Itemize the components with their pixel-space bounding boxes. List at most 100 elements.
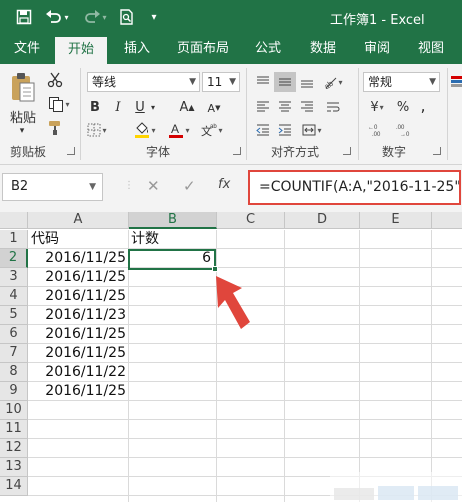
chevron-down-icon: ▼ [189,77,196,87]
row-header-7[interactable]: 7 [0,344,28,363]
orientation-icon[interactable]: ab ▾ [320,72,346,92]
decrease-decimal-icon[interactable]: .00 →0 [394,121,418,139]
percent-button[interactable]: % [394,97,412,117]
more-handle-icon[interactable]: ⋮ [124,180,134,191]
column-header-f[interactable] [432,212,462,229]
tab-review[interactable]: 审阅 [355,34,399,64]
cell-a2[interactable]: 2016/11/25 [29,249,128,268]
increase-indent-icon[interactable] [274,121,296,139]
row-header-5[interactable]: 5 [0,306,28,325]
font-launcher-icon[interactable] [233,147,241,155]
tab-file[interactable]: 文件 [6,34,48,64]
cell-a3[interactable]: 2016/11/25 [29,268,128,287]
row-header-12[interactable]: 12 [0,439,28,458]
increase-decimal-icon[interactable]: ←0.00 [366,121,390,139]
tab-view[interactable]: 视图 [409,34,453,64]
row-header-9[interactable]: 9 [0,382,28,401]
cell-a1[interactable]: 代码 [31,230,127,249]
merge-center-icon[interactable]: ▾ [298,121,326,139]
bold-button[interactable]: B [86,97,104,117]
row-header-3[interactable]: 3 [0,268,28,287]
currency-button[interactable]: ¥ ▾ [364,97,390,117]
formula-bar: B2 ▼ ⋮ ✕ ✓ fx =COUNTIF(A:A,"2016-11-25") [0,165,462,212]
align-center-icon[interactable] [274,97,296,117]
cell-a4[interactable]: 2016/11/25 [29,287,128,306]
underline-button[interactable]: U [132,97,148,117]
column-header-a[interactable]: A [28,212,129,229]
column-header-d[interactable]: D [285,212,360,229]
worksheet-grid[interactable]: A B C D E 1 2 3 4 5 6 7 8 9 10 11 12 13 … [0,212,462,502]
column-header-c[interactable]: C [217,212,285,229]
gridline [431,230,432,502]
name-box[interactable]: B2 ▼ [2,173,103,201]
cell-a5[interactable]: 2016/11/23 [29,306,128,325]
select-all-corner[interactable] [0,212,28,229]
formula-input[interactable]: =COUNTIF(A:A,"2016-11-25") [248,170,461,205]
tab-formulas[interactable]: 公式 [246,34,290,64]
cut-icon[interactable] [44,70,66,90]
number-launcher-icon[interactable] [433,147,441,155]
increase-font-button[interactable]: A ▲ [176,97,198,117]
paste-button[interactable]: 粘贴 [8,108,38,126]
row-header-14[interactable]: 14 [0,477,28,496]
phonetic-icon[interactable]: 文 ab ▾ [200,121,224,139]
format-painter-icon[interactable] [44,118,66,138]
align-top-icon[interactable] [252,72,274,92]
decrease-font-button[interactable]: A ▼ [204,99,224,117]
align-left-icon[interactable] [252,97,274,117]
wrap-text-icon[interactable] [322,97,344,117]
print-preview-icon[interactable] [117,8,137,26]
font-size-value: 11 [207,75,223,89]
row-header-6[interactable]: 6 [0,325,28,344]
ribbon-separator [246,68,247,160]
shrink-font-label: A [207,101,216,115]
insert-function-button[interactable]: fx [218,177,230,192]
tab-insert[interactable]: 插入 [114,34,160,64]
redo-icon[interactable]: ▾ [82,8,108,26]
align-bottom-icon[interactable] [296,72,318,92]
row-header-1[interactable]: 1 [0,230,28,249]
font-name-dropdown[interactable]: 等线 ▼ [87,72,200,92]
cell-a9[interactable]: 2016/11/25 [29,382,128,401]
alignment-launcher-icon[interactable] [343,147,351,155]
paste-icon[interactable] [8,70,38,106]
customize-icon[interactable]: ▾ [147,8,161,26]
ribbon-separator [358,68,359,160]
row-header-4[interactable]: 4 [0,287,28,306]
row-header-2[interactable]: 2 [0,249,28,268]
align-right-icon[interactable] [296,97,318,117]
save-icon[interactable] [14,8,34,26]
underline-dropdown-icon[interactable]: ▾ [148,97,158,117]
tab-home[interactable]: 开始 [55,37,107,64]
number-format-dropdown[interactable]: 常规 ▼ [363,72,440,92]
cell-a6[interactable]: 2016/11/25 [29,325,128,344]
enter-icon[interactable]: ✓ [183,177,196,195]
paste-dropdown-icon[interactable]: ▾ [14,126,30,136]
fill-color-icon[interactable]: ▾ [132,120,158,140]
cancel-icon[interactable]: ✕ [147,177,160,195]
comma-button[interactable]: , [414,95,432,115]
tab-data[interactable]: 数据 [301,34,345,64]
row-header-11[interactable]: 11 [0,420,28,439]
row-header-8[interactable]: 8 [0,363,28,382]
fill-handle[interactable] [212,266,218,272]
decrease-indent-icon[interactable] [252,121,274,139]
cell-a7[interactable]: 2016/11/25 [29,344,128,363]
font-size-dropdown[interactable]: 11 ▼ [202,72,240,92]
clipboard-launcher-icon[interactable] [67,147,75,155]
column-header-b[interactable]: B [129,212,217,229]
column-header-e[interactable]: E [360,212,432,229]
font-color-icon[interactable]: A ▾ [166,120,192,140]
annotation-arrow-icon [216,276,250,329]
italic-button[interactable]: I [110,97,126,117]
conditional-format-icon[interactable] [450,72,462,92]
copy-icon[interactable]: ▾ [44,94,74,114]
cell-b1[interactable]: 计数 [131,230,215,249]
undo-icon[interactable]: ▾ [44,8,70,26]
row-header-10[interactable]: 10 [0,401,28,420]
align-middle-icon[interactable] [274,72,296,92]
cell-a8[interactable]: 2016/11/22 [29,363,128,382]
row-header-13[interactable]: 13 [0,458,28,477]
tab-page-layout[interactable]: 页面布局 [170,34,236,64]
borders-icon[interactable]: ▾ [86,121,108,139]
